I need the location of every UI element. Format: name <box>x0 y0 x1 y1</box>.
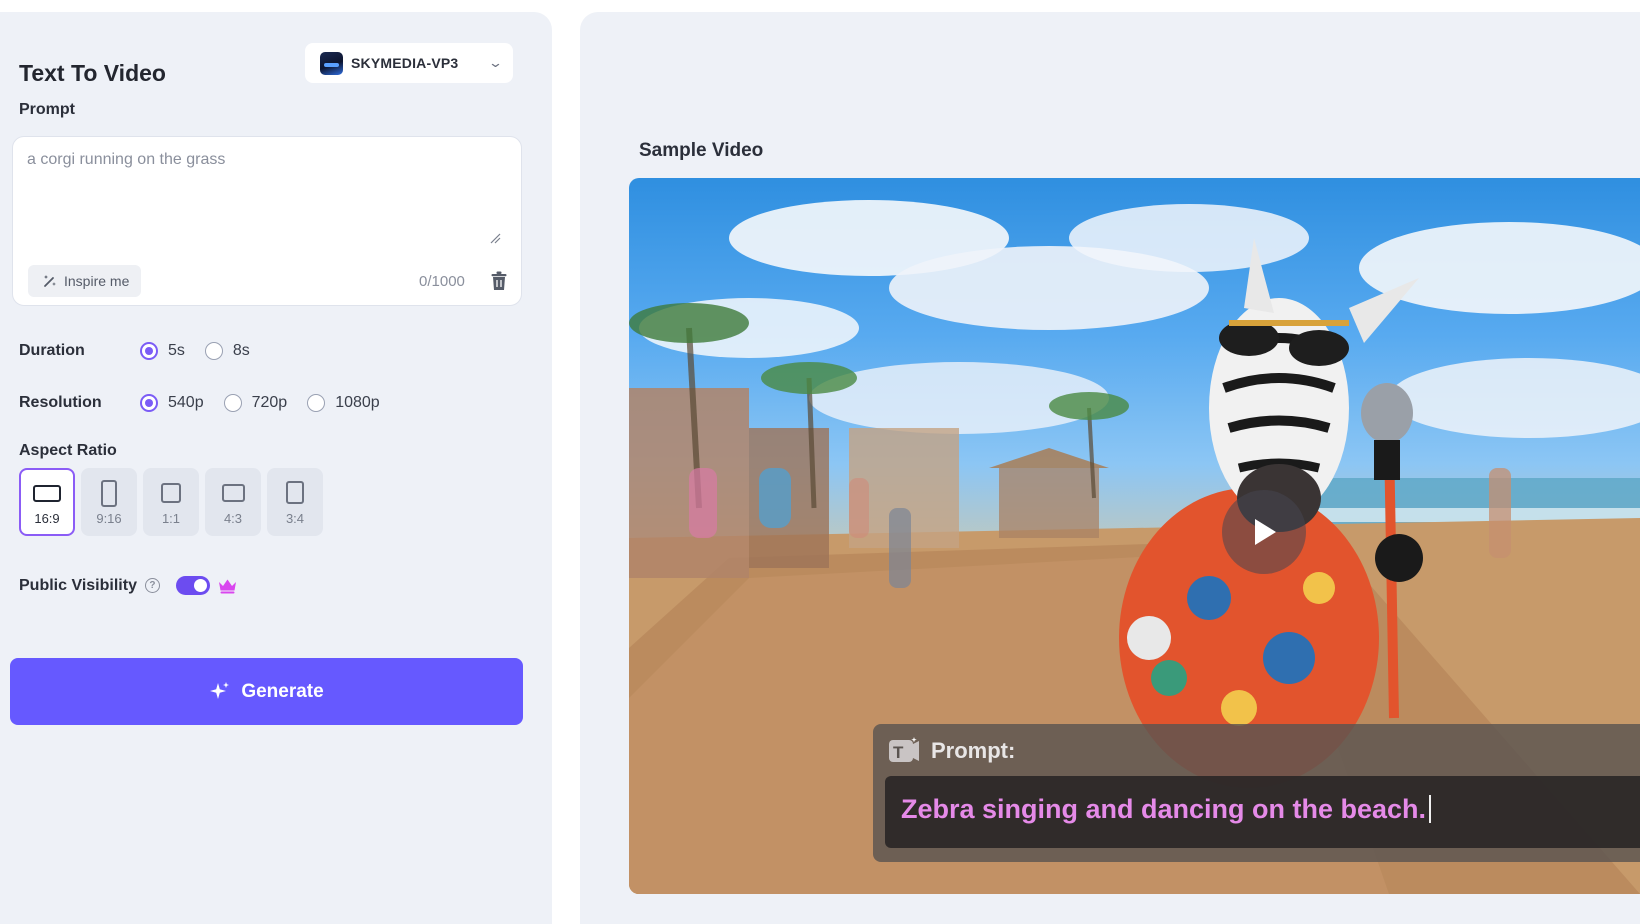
aspect-option-4-3[interactable]: 4:3 <box>205 468 261 536</box>
radio-selected-icon <box>140 394 158 412</box>
radio-icon <box>223 394 242 412</box>
chevron-down-icon: ⌄ <box>487 55 504 70</box>
aspect-option-9-16[interactable]: 9:16 <box>81 468 137 536</box>
radio-icon <box>307 394 326 412</box>
play-icon <box>1255 519 1276 545</box>
aspect-option-label: 16:9 <box>34 511 60 526</box>
resolution-option-720p[interactable]: 720p <box>223 394 288 412</box>
char-count: 0/1000 <box>419 273 465 290</box>
duration-option-label: 5s <box>168 342 185 359</box>
sample-prompt-text-wrap: Zebra singing and dancing on the beach. <box>901 794 1432 825</box>
aspect-option-label: 1:1 <box>161 511 181 526</box>
duration-options: 5s 8s <box>140 342 270 360</box>
trash-icon[interactable] <box>490 271 508 291</box>
aspect-option-label: 3:4 <box>285 511 305 526</box>
model-logo-icon <box>320 51 343 75</box>
resolution-label: Resolution <box>19 394 102 411</box>
resolution-option-label: 720p <box>251 394 288 411</box>
svg-text:T: T <box>893 743 904 762</box>
duration-option-5s[interactable]: 5s <box>140 342 185 360</box>
generate-button[interactable]: Generate <box>10 658 523 725</box>
magic-wand-icon <box>44 275 56 287</box>
prompt-input[interactable] <box>27 151 507 241</box>
aspect-option-label: 9:16 <box>96 511 122 526</box>
text-caret <box>1429 795 1432 823</box>
prompt-label: Prompt <box>19 101 75 118</box>
resolution-option-1080p[interactable]: 1080p <box>307 394 380 412</box>
portrait-ratio-icon <box>286 481 304 504</box>
duration-option-label: 8s <box>232 342 250 359</box>
resolution-options: 540p 720p 1080p <box>140 394 400 412</box>
sample-video-title: Sample Video <box>639 140 764 161</box>
public-visibility-label: Public Visibility <box>19 576 137 594</box>
public-visibility-row: Public Visibility ? <box>19 576 237 595</box>
model-select[interactable]: SKYMEDIA-VP3 ⌄ <box>305 43 513 83</box>
sample-video-player[interactable]: T Prompt: Zebra singing and dancing on t… <box>629 178 1640 894</box>
resolution-option-540p[interactable]: 540p <box>140 394 204 412</box>
resize-handle-icon[interactable] <box>489 232 501 244</box>
public-visibility-toggle[interactable] <box>175 576 210 595</box>
radio-selected-icon <box>140 342 158 360</box>
text-to-video-icon: T <box>889 737 919 762</box>
aspect-ratio-options: 16:9 9:16 1:1 4:3 3:4 <box>19 468 323 536</box>
aspect-ratio-label: Aspect Ratio <box>19 442 117 459</box>
settings-panel: Text To Video SKYMEDIA-VP3 ⌄ Prompt Insp… <box>0 12 552 924</box>
generate-label: Generate <box>241 680 324 702</box>
crown-icon <box>218 579 236 593</box>
aspect-option-16-9[interactable]: 16:9 <box>19 468 75 536</box>
model-name: SKYMEDIA-VP3 <box>351 55 459 71</box>
resolution-option-label: 540p <box>168 394 204 411</box>
panel-title: Text To Video <box>19 60 166 86</box>
sparkle-icon <box>210 681 230 699</box>
help-icon[interactable]: ? <box>144 578 160 593</box>
prompt-box: Inspire me 0/1000 <box>12 136 522 306</box>
play-button[interactable] <box>1222 490 1306 574</box>
duration-label: Duration <box>19 342 85 359</box>
portrait-ratio-icon <box>101 480 117 507</box>
sample-prompt-label: Prompt: <box>931 738 1016 763</box>
radio-icon <box>204 342 223 360</box>
square-ratio-icon <box>161 483 181 503</box>
inspire-me-button[interactable]: Inspire me <box>28 265 142 297</box>
sample-prompt-text: Zebra singing and dancing on the beach. <box>901 794 1427 824</box>
inspire-me-label: Inspire me <box>64 273 130 289</box>
aspect-option-label: 4:3 <box>223 511 243 526</box>
sample-prompt-textbox: Zebra singing and dancing on the beach. <box>885 776 1640 848</box>
duration-option-8s[interactable]: 8s <box>204 342 250 360</box>
sample-prompt-overlay: T Prompt: Zebra singing and dancing on t… <box>873 724 1640 862</box>
resolution-option-label: 1080p <box>335 394 380 411</box>
landscape-ratio-icon <box>221 484 245 502</box>
aspect-option-3-4[interactable]: 3:4 <box>267 468 323 536</box>
landscape-ratio-icon <box>33 485 61 502</box>
aspect-option-1-1[interactable]: 1:1 <box>143 468 199 536</box>
